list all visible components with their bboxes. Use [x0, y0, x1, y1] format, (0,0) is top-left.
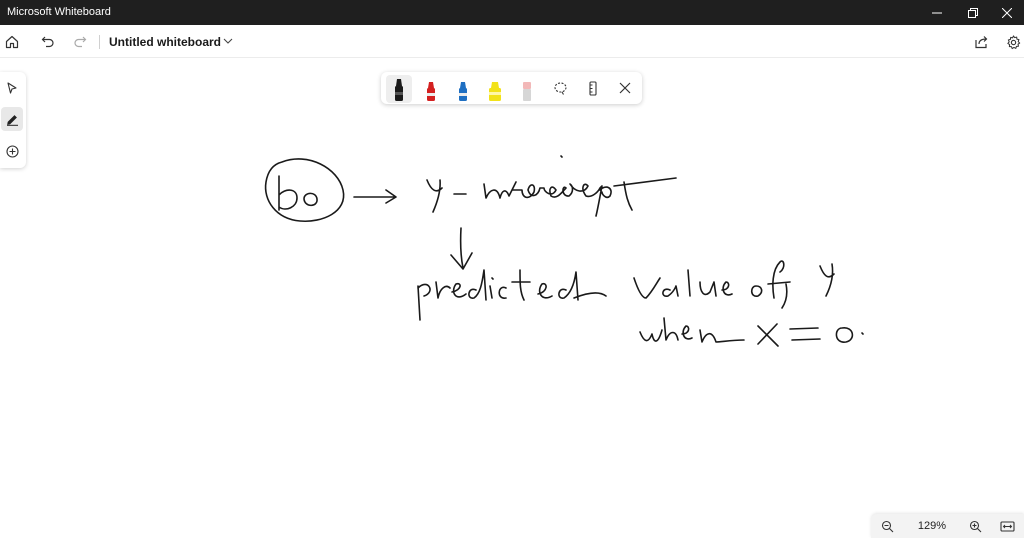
ink-y-intercept — [426, 177, 677, 217]
ink-o — [303, 192, 318, 207]
ink-b — [278, 175, 298, 211]
zoom-out-icon — [881, 520, 893, 532]
gear-icon — [1006, 34, 1020, 49]
board-title-dropdown[interactable] — [221, 34, 235, 48]
restore-icon — [968, 7, 978, 18]
fit-to-screen-button[interactable] — [997, 517, 1017, 535]
ink-value — [633, 269, 733, 299]
close-icon — [1002, 7, 1012, 18]
zoom-level: 129% — [917, 520, 947, 532]
minimize-button[interactable] — [920, 0, 954, 25]
board-title[interactable]: Untitled whiteboard — [109, 35, 221, 49]
app-toolbar: Untitled whiteboard — [0, 25, 1024, 58]
redo-button[interactable] — [68, 30, 92, 54]
home-button[interactable] — [0, 30, 24, 54]
undo-icon — [41, 36, 54, 48]
ink-zero — [835, 327, 854, 343]
ink-arrow-down — [450, 227, 473, 270]
ink-period — [861, 332, 864, 335]
fit-width-icon — [999, 520, 1015, 532]
app-title: Microsoft Whiteboard — [7, 6, 111, 18]
settings-button[interactable] — [1001, 30, 1024, 54]
ink-arrow-right — [353, 189, 397, 204]
ink-layer — [264, 155, 864, 347]
ink-y2 — [819, 263, 835, 297]
ink-equals — [789, 327, 821, 341]
zoom-in-button[interactable] — [965, 517, 985, 535]
ink-circle — [264, 158, 345, 222]
home-icon — [5, 35, 19, 49]
minimize-icon — [932, 12, 942, 13]
zoom-in-icon — [969, 520, 981, 532]
ink-predicted — [417, 269, 607, 321]
share-icon — [974, 36, 987, 49]
share-button[interactable] — [969, 30, 993, 54]
close-window-button[interactable] — [990, 0, 1024, 25]
chevron-down-icon — [223, 38, 233, 44]
ink-when — [639, 317, 745, 343]
redo-icon — [74, 36, 87, 48]
restore-button[interactable] — [956, 0, 990, 25]
whiteboard-canvas[interactable] — [0, 58, 1024, 538]
zoom-out-button[interactable] — [877, 517, 897, 535]
title-bar: Microsoft Whiteboard — [0, 0, 1024, 25]
ink-of — [750, 260, 791, 309]
ink-x — [757, 323, 779, 347]
zoom-controls: 129% — [871, 514, 1024, 538]
toolbar-separator — [99, 35, 100, 49]
ink-dot — [560, 155, 563, 158]
undo-button[interactable] — [36, 30, 60, 54]
